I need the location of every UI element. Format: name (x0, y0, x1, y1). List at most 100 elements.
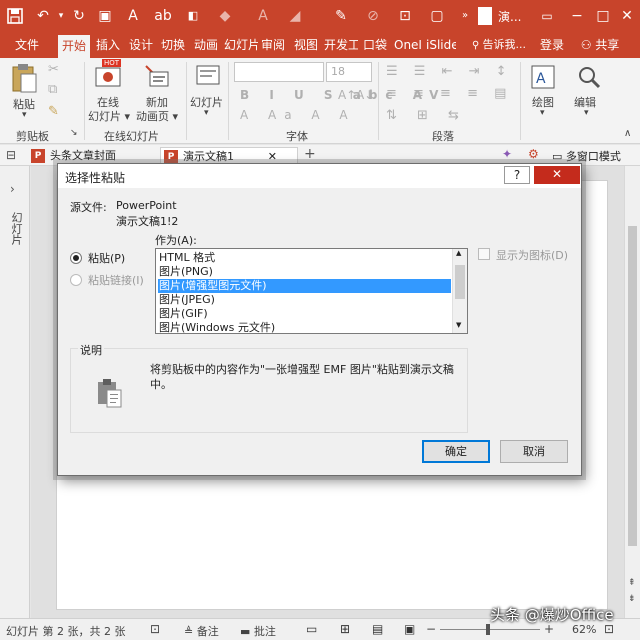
ribbon-options-icon[interactable]: ▭ (536, 5, 558, 27)
new-slide-icon[interactable] (194, 62, 222, 90)
save-icon[interactable] (4, 5, 26, 27)
tab-developer[interactable]: 开发工 (324, 32, 358, 58)
paste-link-radio-label[interactable]: 粘贴链接(I) (88, 272, 144, 288)
paste-link-radio[interactable] (70, 274, 82, 286)
list-item[interactable]: 图片(PNG) (158, 265, 213, 279)
format-listbox[interactable]: HTML 格式 图片(PNG) 图片(增强型图元文件) 图片(JPEG) 图片(… (155, 248, 468, 334)
list-item[interactable]: HTML 格式 (158, 251, 215, 265)
paste-icon[interactable] (10, 62, 40, 94)
dialog-close-button[interactable]: ✕ (534, 166, 580, 184)
close-icon[interactable]: ✕ (616, 5, 638, 27)
sign-in-link[interactable]: 登录 (536, 32, 568, 58)
more-qa-icon[interactable]: » (454, 5, 476, 27)
list-item[interactable]: 图片(Windows 元文件) (158, 321, 275, 333)
new-animation-label2[interactable]: 动画页 ▾ (136, 108, 178, 124)
drawing-icon[interactable]: A (530, 64, 556, 90)
tab-onei[interactable]: OneI (392, 32, 424, 58)
tab-animations[interactable]: 动画 (190, 32, 222, 58)
tab-review[interactable]: 审阅 (258, 32, 288, 58)
redo-icon[interactable]: ↻ (68, 5, 90, 27)
show-as-icon-label[interactable]: 显示为图标(D) (496, 247, 568, 263)
eraser-icon[interactable]: ⊘ (362, 5, 384, 27)
cancel-button[interactable]: 取消 (500, 440, 568, 463)
tab-design[interactable]: 设计 (126, 32, 156, 58)
paste-radio-label[interactable]: 粘贴(P) (88, 250, 125, 266)
dialog-launcher-icon[interactable]: ↘ (70, 128, 78, 138)
font-color-icon[interactable]: A (122, 5, 144, 27)
sorter-view-icon[interactable]: ⊞ (340, 622, 350, 636)
reading-view-icon[interactable]: ▤ (372, 622, 383, 636)
copy-icon[interactable]: ⧉ (48, 82, 57, 97)
slides-dropdown-icon[interactable]: ▾ (204, 108, 209, 118)
text-color-icon[interactable]: A (252, 5, 274, 27)
tab-view[interactable]: 视图 (290, 32, 322, 58)
tab-transitions[interactable]: 切换 (158, 32, 188, 58)
home-tab-icon[interactable]: ⊟ (6, 148, 16, 162)
plugin-icon[interactable]: ✦ (502, 147, 512, 161)
normal-view-icon[interactable]: ▭ (306, 622, 317, 636)
format-painter-icon[interactable]: ✎ (48, 104, 59, 119)
drawing-dropdown-icon[interactable]: ▾ (540, 108, 545, 118)
show-as-icon-checkbox[interactable] (478, 248, 490, 260)
align-buttons[interactable]: ≡ ≡ ≡ ≡ ▤ (386, 86, 512, 101)
next-slide-icon[interactable]: ⇟ (628, 594, 636, 604)
tab-pocket[interactable]: 口袋 (360, 32, 390, 58)
paste-dropdown-icon[interactable]: ▾ (22, 110, 27, 120)
font-name-input[interactable] (234, 62, 324, 82)
editing-icon[interactable] (576, 64, 602, 90)
new-tab-icon[interactable]: + (304, 146, 316, 162)
collapse-ribbon-icon[interactable]: ∧ (624, 128, 631, 139)
expand-pane-icon[interactable]: › (10, 182, 15, 196)
prev-slide-icon[interactable]: ⇞ (628, 578, 636, 588)
scroll-thumb[interactable] (628, 226, 637, 546)
zoom-out-icon[interactable]: − (426, 622, 436, 636)
notes-button[interactable]: ≜ 备注 (184, 623, 219, 639)
slideshow-start-icon[interactable]: ▣ (94, 5, 116, 27)
scroll-down-icon[interactable]: ▼ (456, 321, 461, 329)
tab-islide[interactable]: iSlide (426, 32, 456, 58)
list-buttons[interactable]: ☰ ☰ ⇤ ⇥ ↕ (386, 64, 513, 79)
tab-insert[interactable]: 插入 (92, 32, 124, 58)
text-direction-buttons[interactable]: ⇅ ⊞ ⇆ (386, 108, 467, 123)
online-slides-label2[interactable]: 幻灯片 ▾ (88, 108, 130, 124)
zoom-slider-thumb[interactable] (486, 624, 490, 635)
slideshow-view-icon[interactable]: ▣ (404, 622, 415, 636)
format-icon[interactable]: ◧ (182, 5, 204, 27)
share-button[interactable]: ⚇ 共享 (574, 32, 626, 58)
tab-slideshow[interactable]: 幻灯片 (224, 32, 258, 58)
dialog-help-button[interactable]: ? (504, 166, 530, 184)
scroll-up-icon[interactable]: ▲ (456, 249, 461, 257)
spellcheck-icon[interactable]: ⊡ (150, 622, 160, 636)
slides-pane-label[interactable]: 幻灯片 (9, 212, 23, 245)
crop-icon[interactable]: ⊡ (394, 5, 416, 27)
listbox-scroll-thumb[interactable] (455, 265, 465, 299)
tell-me-box[interactable]: ⚲ 告诉我... (468, 32, 530, 58)
shrink-font-icon[interactable]: A↓ (356, 88, 374, 102)
grow-font-icon[interactable]: A↑ (338, 88, 356, 102)
settings-icon[interactable]: ⚙ (528, 147, 539, 161)
multi-window-toggle[interactable]: ▭ 多窗口模式 (552, 148, 621, 164)
cut-icon[interactable]: ✂ (48, 62, 59, 77)
comments-button[interactable]: ▬ 批注 (240, 623, 276, 639)
list-item[interactable]: 图片(JPEG) (158, 293, 215, 307)
highlight-icon[interactable]: ab (152, 5, 174, 27)
outline-icon[interactable]: ◢ (284, 5, 306, 27)
ok-button[interactable]: 确定 (422, 440, 490, 463)
vertical-scrollbar[interactable]: ⇞ ⇟ (624, 166, 640, 618)
font-size-input[interactable]: 18 (326, 62, 372, 82)
new-animation-icon[interactable] (142, 62, 172, 92)
minimize-icon[interactable]: − (566, 5, 588, 27)
fill-icon[interactable]: ◆ (214, 5, 236, 27)
list-item-selected[interactable]: 图片(增强型图元文件) (157, 278, 452, 294)
zoom-slider[interactable] (440, 629, 540, 630)
font-effect-buttons[interactable]: A Aa A A (240, 108, 356, 122)
tab-file[interactable]: 文件 (8, 32, 46, 58)
paintbrush-icon[interactable]: ✎ (330, 5, 352, 27)
list-item[interactable]: 图片(GIF) (158, 307, 208, 321)
editing-dropdown-icon[interactable]: ▾ (584, 108, 589, 118)
maximize-icon[interactable]: □ (592, 5, 614, 27)
window-icon[interactable]: ▢ (426, 5, 448, 27)
tab-home[interactable]: 开始 (58, 35, 90, 58)
paste-radio[interactable] (70, 252, 82, 264)
listbox-scrollbar[interactable]: ▲ ▼ (452, 249, 467, 333)
